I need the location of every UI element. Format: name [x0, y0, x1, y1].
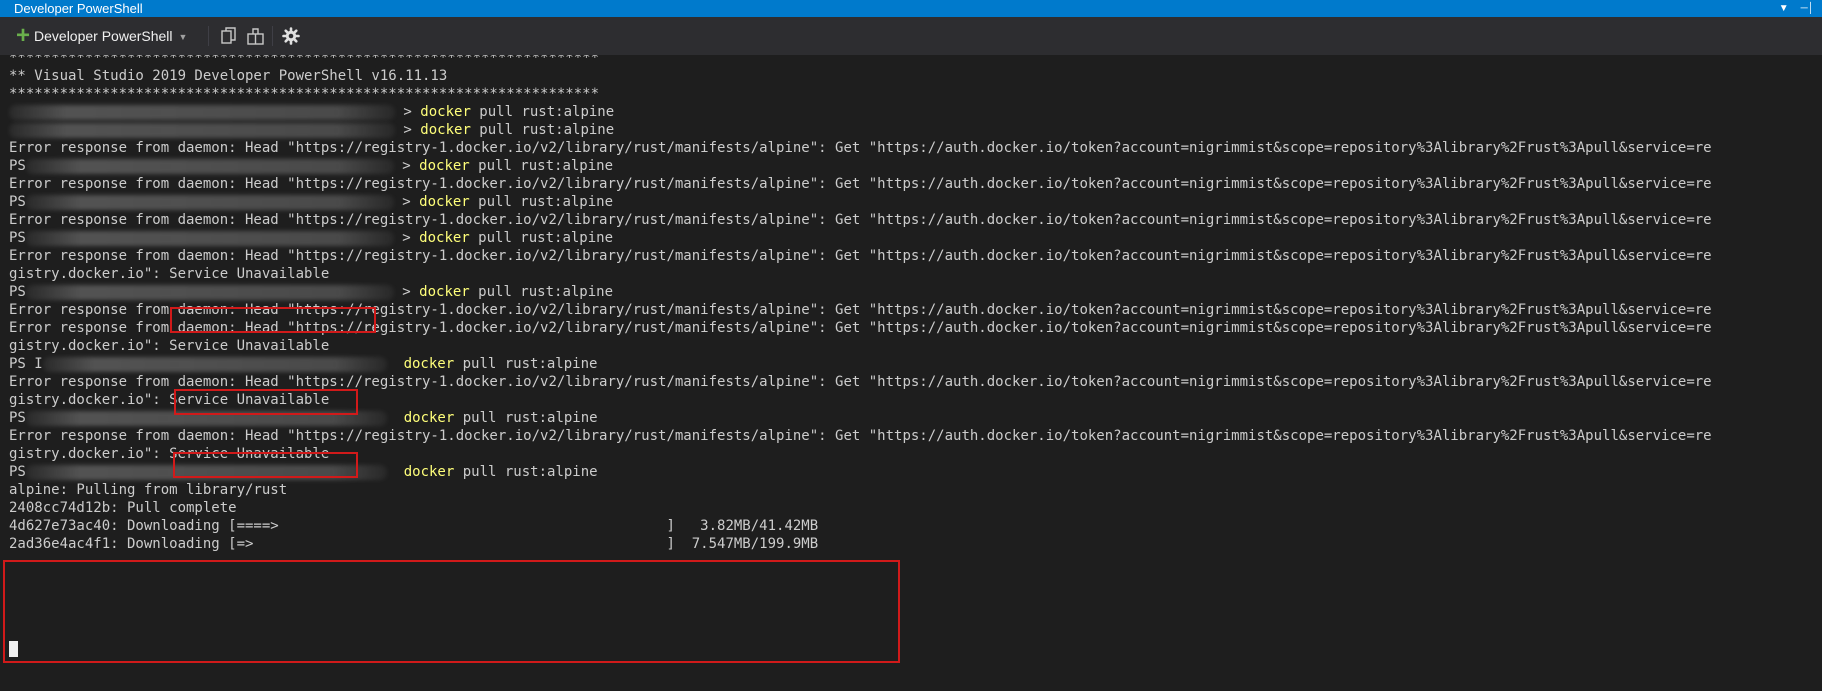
command-name: docker	[419, 194, 470, 210]
redacted-path	[25, 158, 394, 174]
prompt-prefix: PS	[9, 194, 26, 210]
redacted-path	[25, 194, 394, 210]
pin-icon[interactable]: ─│	[1801, 0, 1814, 17]
title-bar: Developer PowerShell ▼ ─│	[0, 0, 1822, 17]
command-name: docker	[403, 464, 455, 480]
developer-powershell-window: Developer PowerShell ▼ ─│ + Developer Po…	[0, 0, 1822, 691]
prompt-prefix: PS	[9, 230, 26, 246]
new-terminal-label: Developer PowerShell	[34, 28, 173, 44]
redacted-path	[9, 104, 395, 120]
prompt-prefix: PS	[9, 158, 26, 174]
redacted-path	[25, 230, 394, 246]
split-icon	[247, 28, 264, 45]
redacted-path	[25, 410, 387, 426]
command-args: pull rust:alpine	[469, 230, 614, 246]
terminal-cursor	[9, 641, 18, 657]
highlight-box	[3, 560, 900, 663]
window-title: Developer PowerShell	[14, 1, 143, 16]
redacted-path	[42, 356, 387, 372]
chevron-down-icon[interactable]: ▼	[179, 32, 188, 42]
terminal-line: 2ad36e4ac4f1: Downloading [=> ] 7.547MB/…	[9, 536, 819, 552]
copy-icon	[221, 27, 236, 44]
command-args: pull rust:alpine	[454, 464, 598, 480]
copy-button[interactable]	[221, 17, 237, 55]
prompt-prefix: PS I	[9, 356, 43, 372]
prompt-prefix: PS	[9, 284, 26, 300]
command-name: docker	[420, 122, 471, 138]
command-args: pull rust:alpine	[454, 356, 598, 372]
command-name: docker	[419, 230, 470, 246]
command-args: pull rust:alpine	[470, 104, 615, 120]
command-name: docker	[403, 356, 455, 372]
command-name: docker	[419, 158, 470, 174]
gear-icon	[282, 27, 300, 45]
command-args: pull rust:alpine	[470, 122, 615, 138]
terminal-toolbar: + Developer PowerShell ▼	[0, 17, 1822, 55]
title-bar-controls: ▼ ─│	[1779, 0, 1814, 17]
toolbar-divider	[208, 26, 209, 46]
command-name: docker	[420, 104, 471, 120]
terminal-output[interactable]: ****************************************…	[0, 55, 1822, 691]
command-args: pull rust:alpine	[454, 410, 598, 426]
plus-icon: +	[16, 22, 31, 49]
command-args: pull rust:alpine	[469, 284, 614, 300]
redacted-path	[9, 122, 395, 138]
command-name: docker	[403, 410, 455, 426]
command-name: docker	[419, 284, 470, 300]
toolbar-divider	[272, 26, 273, 46]
prompt-prefix: PS	[9, 464, 26, 480]
redacted-path	[25, 464, 387, 480]
settings-button[interactable]	[282, 17, 300, 55]
command-args: pull rust:alpine	[469, 158, 614, 174]
window-menu-icon[interactable]: ▼	[1779, 0, 1789, 17]
split-button[interactable]	[247, 17, 265, 55]
command-args: pull rust:alpine	[469, 194, 614, 210]
redacted-path	[25, 284, 394, 300]
new-terminal-button[interactable]: + Developer PowerShell ▼	[16, 17, 187, 55]
prompt-prefix: PS	[9, 410, 26, 426]
